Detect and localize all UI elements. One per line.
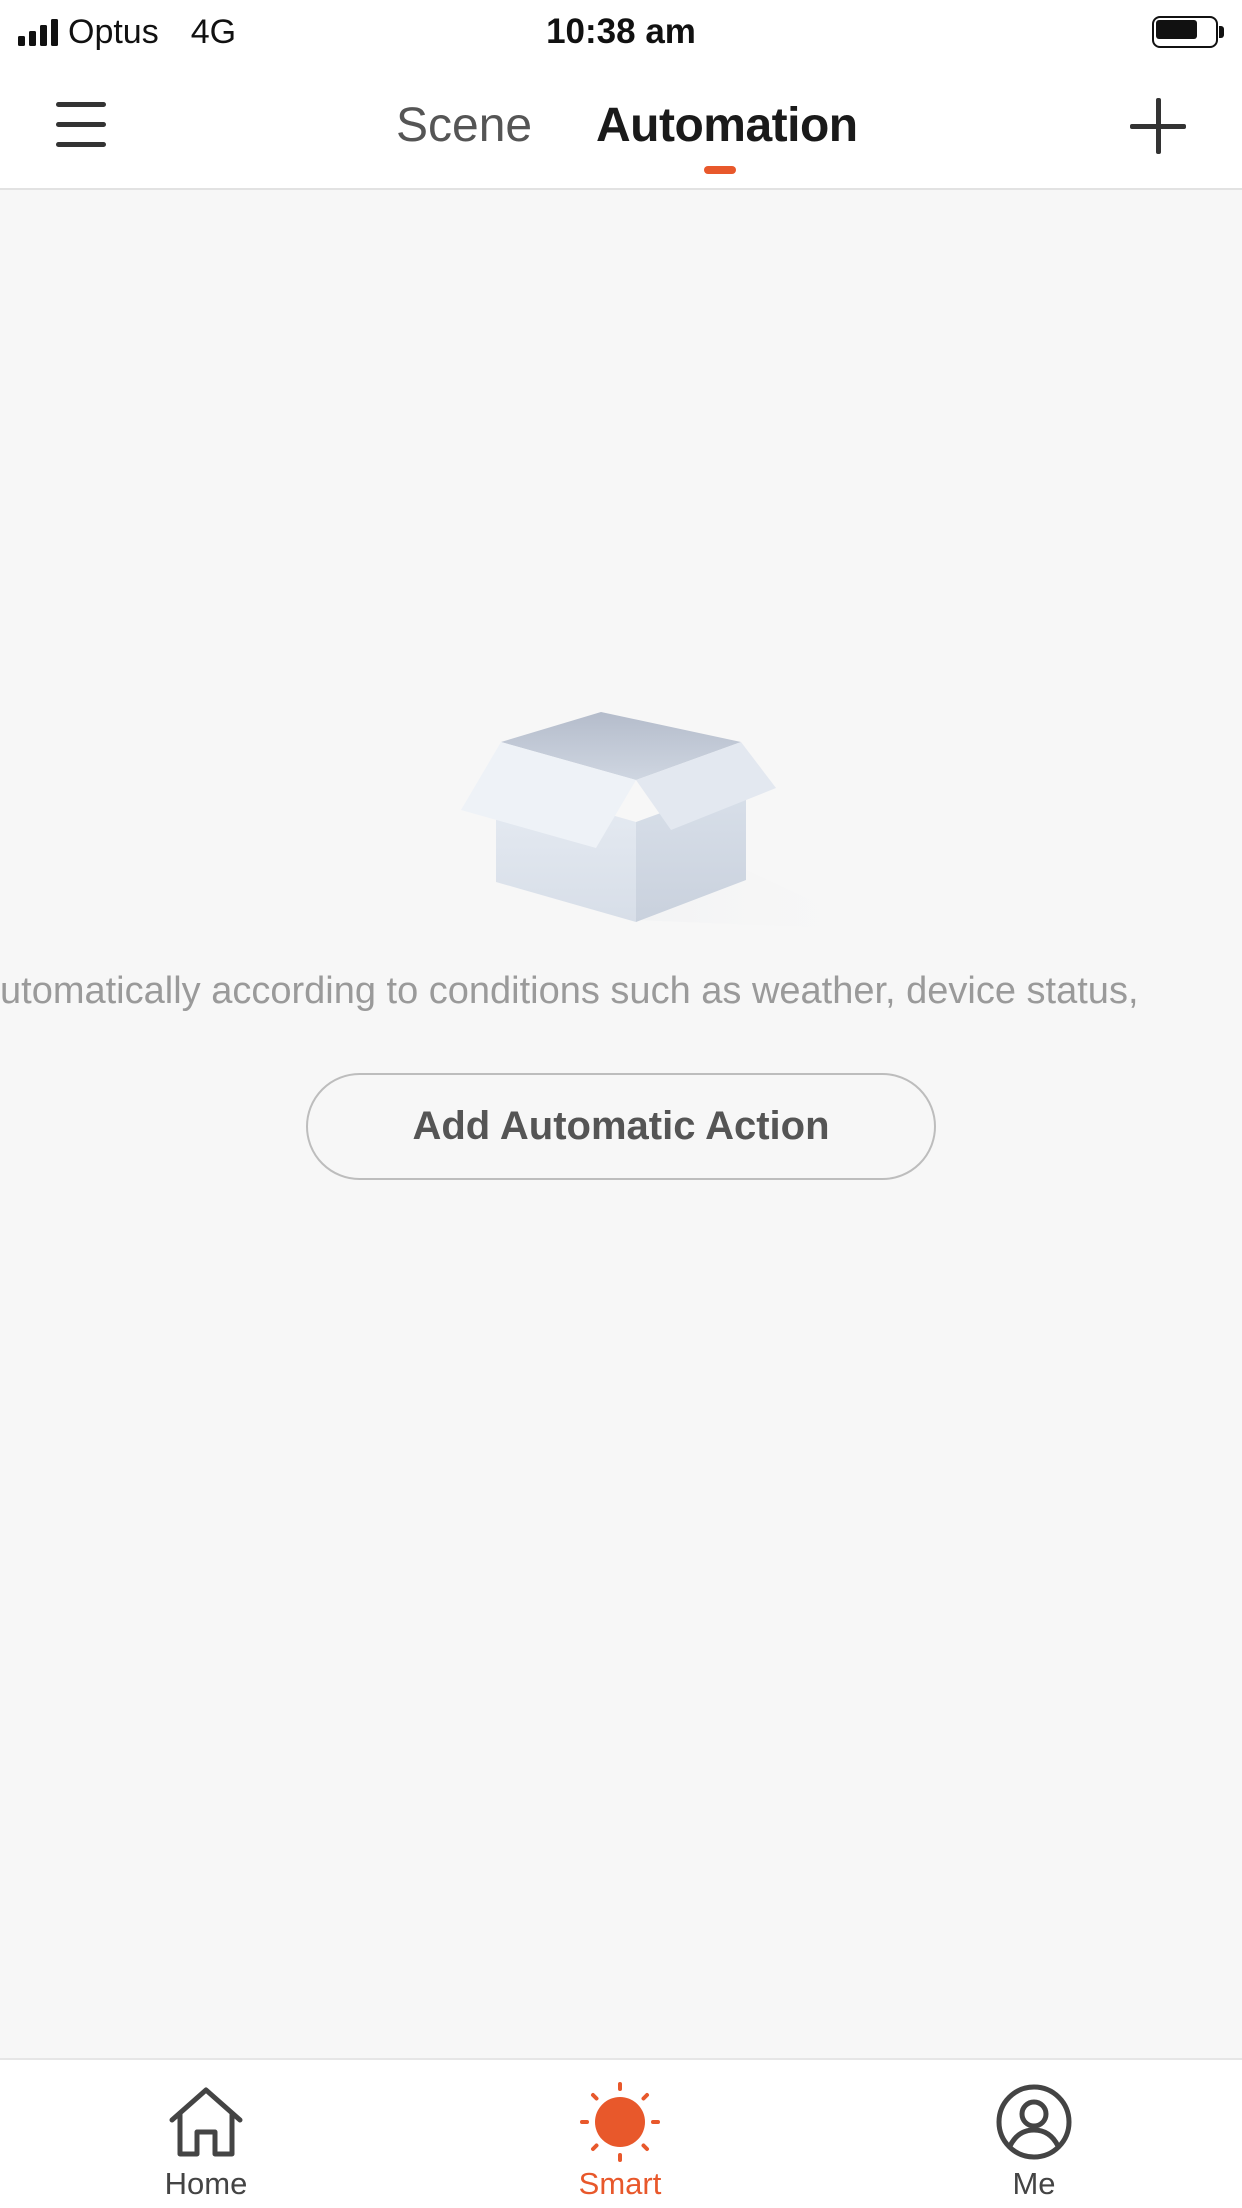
bottom-tab-bar: Home Smart Me — [0, 2058, 1242, 2208]
empty-box-icon — [461, 712, 876, 930]
tabbar-item-me[interactable]: Me — [914, 2060, 1154, 2208]
tabbar-label-smart: Smart — [578, 2166, 662, 2201]
top-nav: Scene Automation — [0, 66, 1242, 190]
active-tab-indicator — [704, 166, 736, 174]
add-automatic-action-button[interactable]: Add Automatic Action — [306, 1073, 936, 1180]
empty-state-message-text: utomatically according to conditions suc… — [0, 970, 1139, 1012]
status-time: 10:38 am — [546, 12, 696, 51]
empty-state-message: utomatically according to conditions suc… — [0, 966, 1242, 1016]
tab-automation[interactable]: Automation — [596, 96, 858, 156]
tabbar-item-smart[interactable]: Smart — [500, 2060, 740, 2208]
user-icon — [996, 2084, 1072, 2160]
plus-icon[interactable] — [1130, 98, 1186, 154]
tabbar-label-me: Me — [1012, 2166, 1056, 2201]
tabbar-item-home[interactable]: Home — [86, 2060, 326, 2208]
status-bar: Optus 4G 10:38 am — [0, 0, 1242, 66]
screen: Optus 4G 10:38 am Scene Automation utoma… — [0, 0, 1242, 2208]
hamburger-menu-icon[interactable] — [56, 102, 108, 148]
battery-icon — [1152, 16, 1224, 48]
home-icon — [169, 2087, 243, 2157]
tabbar-label-home: Home — [164, 2166, 248, 2201]
sun-icon — [580, 2082, 660, 2162]
tab-scene[interactable]: Scene — [396, 96, 532, 156]
